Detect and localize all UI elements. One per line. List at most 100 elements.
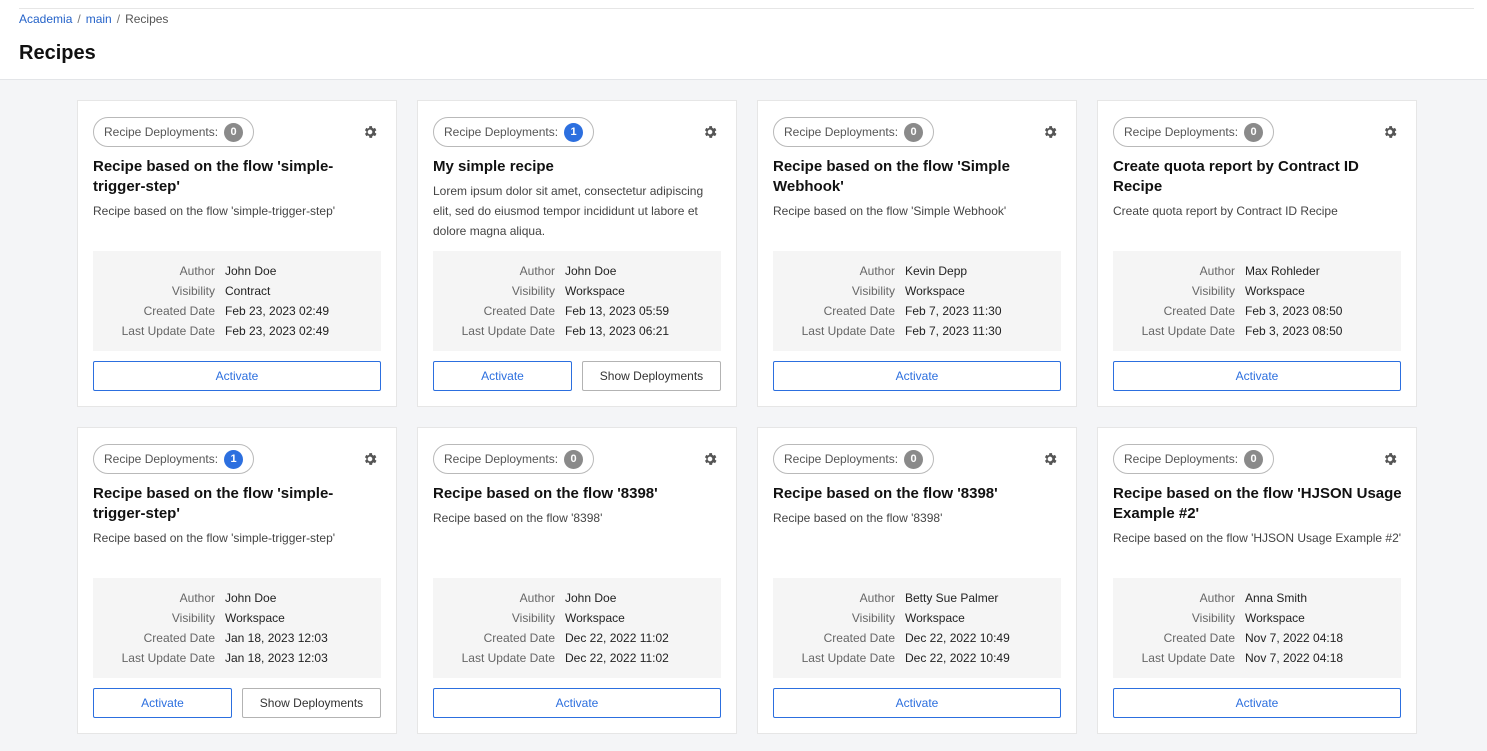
recipe-meta: Author Kevin Depp Visibility Workspace Cre… xyxy=(773,251,1061,351)
last-update-value: Feb 3, 2023 08:50 xyxy=(1245,324,1343,338)
deployments-pill: Recipe Deployments: 0 xyxy=(773,117,935,147)
author-label: Author xyxy=(519,591,555,605)
created-date-label: Created Date xyxy=(143,631,215,645)
gear-icon[interactable] xyxy=(362,451,378,467)
recipe-card: Recipe Deployments: 0 Recipe based on th… xyxy=(417,427,737,734)
gear-icon[interactable] xyxy=(1382,451,1398,467)
author-value: John Doe xyxy=(565,264,617,278)
recipe-card: Recipe Deployments: 0 Create quota repor… xyxy=(1097,100,1417,407)
recipe-description: Recipe based on the flow 'HJSON Usage Ex… xyxy=(1113,531,1402,545)
created-date-value: Dec 22, 2022 10:49 xyxy=(905,631,1010,645)
last-update-value: Jan 18, 2023 12:03 xyxy=(225,651,328,665)
visibility-value: Contract xyxy=(225,284,271,298)
recipe-title: My simple recipe xyxy=(433,158,554,175)
visibility-label: Visibility xyxy=(511,611,555,625)
last-update-label: Last Update Date xyxy=(461,651,555,665)
deployments-count-badge: 0 xyxy=(1244,122,1264,142)
recipe-title: Recipe based on the flow 'simple-trigger… xyxy=(93,485,334,522)
activate-button[interactable]: Activate xyxy=(773,688,1061,718)
created-date-value: Feb 13, 2023 05:59 xyxy=(565,304,670,318)
last-update-value: Nov 7, 2022 04:18 xyxy=(1245,651,1344,665)
deployments-label: Recipe Deployments: xyxy=(104,125,219,139)
gear-icon[interactable] xyxy=(362,124,378,140)
recipe-description: Recipe based on the flow 'simple-trigger… xyxy=(93,204,336,218)
visibility-label: Visibility xyxy=(171,611,215,625)
breadcrumb: Academia / main / Recipes xyxy=(19,12,168,26)
recipe-title: Create quota report by Contract ID Recip… xyxy=(1113,158,1359,195)
activate-button[interactable]: Activate xyxy=(93,688,232,718)
deployments-pill: Recipe Deployments: 0 xyxy=(1113,444,1275,474)
gear-icon[interactable] xyxy=(1042,124,1058,140)
breadcrumb-current: Recipes xyxy=(125,12,169,26)
recipe-meta: Author John Doe Visibility Workspace Creat… xyxy=(433,251,721,351)
deployments-label: Recipe Deployments: xyxy=(784,452,899,466)
author-label: Author xyxy=(179,591,215,605)
activate-button[interactable]: Activate xyxy=(1113,688,1401,718)
page-title: Recipes xyxy=(19,42,96,64)
created-date-value: Dec 22, 2022 11:02 xyxy=(565,631,669,645)
gear-icon[interactable] xyxy=(1042,451,1058,467)
gear-icon[interactable] xyxy=(702,451,718,467)
visibility-label: Visibility xyxy=(511,284,555,298)
author-value: John Doe xyxy=(565,591,617,605)
recipe-description: Recipe based on the flow '8398' xyxy=(433,511,603,525)
deployments-label: Recipe Deployments: xyxy=(784,125,899,139)
created-date-value: Feb 3, 2023 08:50 xyxy=(1245,304,1343,318)
recipe-meta: Author John Doe Visibility Workspace Creat… xyxy=(433,578,721,678)
header: Academia / main / Recipes Recipes xyxy=(0,0,1487,80)
activate-button[interactable]: Activate xyxy=(1113,361,1401,391)
activate-button[interactable]: Activate xyxy=(433,361,572,391)
visibility-value: Workspace xyxy=(225,611,285,625)
visibility-value: Workspace xyxy=(1245,611,1305,625)
gear-icon[interactable] xyxy=(1382,124,1398,140)
deployments-label: Recipe Deployments: xyxy=(444,125,559,139)
recipe-title: Recipe based on the flow 'HJSON Usage Ex… xyxy=(1113,485,1402,522)
last-update-value: Dec 22, 2022 10:49 xyxy=(905,651,1010,665)
activate-button[interactable]: Activate xyxy=(773,361,1061,391)
show-deployments-button[interactable]: Show Deployments xyxy=(242,688,381,718)
visibility-label: Visibility xyxy=(171,284,215,298)
recipe-meta: Author Max Rohleder Visibility Workspace C… xyxy=(1113,251,1401,351)
visibility-label: Visibility xyxy=(851,284,895,298)
gear-icon[interactable] xyxy=(702,124,718,140)
visibility-value: Workspace xyxy=(905,611,965,625)
visibility-value: Workspace xyxy=(1245,284,1305,298)
deployments-pill: Recipe Deployments: 0 xyxy=(773,444,935,474)
created-date-value: Feb 23, 2023 02:49 xyxy=(225,304,330,318)
deployments-label: Recipe Deployments: xyxy=(444,452,559,466)
last-update-label: Last Update Date xyxy=(1141,324,1235,338)
recipe-card: Recipe Deployments: 0 Recipe based on th… xyxy=(1097,427,1417,734)
deployments-pill: Recipe Deployments: 1 xyxy=(93,444,255,474)
recipe-description: Lorem ipsum dolor sit amet, consectetur … xyxy=(433,184,704,238)
activate-button[interactable]: Activate xyxy=(433,688,721,718)
author-value: Betty Sue Palmer xyxy=(905,591,999,605)
breadcrumb-link-academia[interactable]: Academia xyxy=(19,12,72,26)
author-value: John Doe xyxy=(225,591,277,605)
show-deployments-button[interactable]: Show Deployments xyxy=(582,361,721,391)
last-update-label: Last Update Date xyxy=(121,324,215,338)
visibility-label: Visibility xyxy=(1191,284,1235,298)
last-update-value: Feb 7, 2023 11:30 xyxy=(905,324,1002,338)
created-date-value: Jan 18, 2023 12:03 xyxy=(225,631,328,645)
author-label: Author xyxy=(859,591,895,605)
created-date-label: Created Date xyxy=(483,304,555,318)
author-value: John Doe xyxy=(225,264,277,278)
activate-button[interactable]: Activate xyxy=(93,361,381,391)
deployments-count-badge: 0 xyxy=(564,449,584,469)
breadcrumb-link-main[interactable]: main xyxy=(86,12,112,26)
created-date-value: Nov 7, 2022 04:18 xyxy=(1245,631,1344,645)
deployments-count-badge: 0 xyxy=(224,122,244,142)
recipe-card: Recipe Deployments: 0 Recipe based on th… xyxy=(77,100,397,407)
deployments-pill: Recipe Deployments: 0 xyxy=(93,117,255,147)
visibility-value: Workspace xyxy=(565,611,625,625)
last-update-label: Last Update Date xyxy=(801,651,895,665)
recipe-meta: Author John Doe Visibility Contract Create… xyxy=(93,251,381,351)
recipe-card: Recipe Deployments: 1 My simple recipe L… xyxy=(417,100,737,407)
deployments-count-badge: 0 xyxy=(904,122,924,142)
recipe-card: Recipe Deployments: 0 Recipe based on th… xyxy=(757,427,1077,734)
recipe-card: Recipe Deployments: 1 Recipe based on th… xyxy=(77,427,397,734)
author-label: Author xyxy=(859,264,895,278)
last-update-value: Dec 22, 2022 11:02 xyxy=(565,651,669,665)
deployments-count-badge: 0 xyxy=(1244,449,1264,469)
created-date-value: Feb 7, 2023 11:30 xyxy=(905,304,1002,318)
